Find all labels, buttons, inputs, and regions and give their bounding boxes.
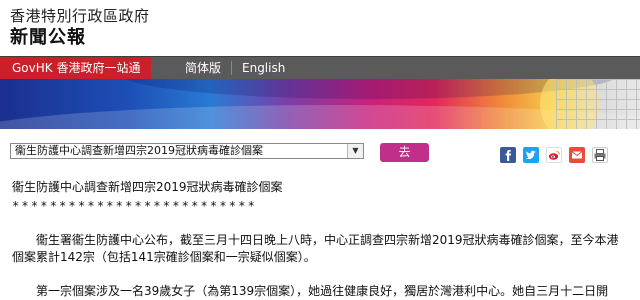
paragraph-1-line-2: 個案累計142宗（包括141宗確診個案和一宗疑似個案）。 <box>12 250 316 264</box>
top-navbar: GovHK 香港政府一站通 简体版 English <box>0 56 640 80</box>
nav-divider <box>231 61 232 75</box>
weibo-icon[interactable] <box>546 147 562 163</box>
govhk-link[interactable]: GovHK 香港政府一站通 <box>0 57 151 79</box>
paragraph-1-line-1: 衞生署衞生防護中心公布，截至三月十四日晚上八時，中心正調查四宗新增2019冠狀病… <box>12 233 619 247</box>
chevron-down-icon: ▼ <box>347 144 363 158</box>
title-underline: ************************** <box>12 199 258 213</box>
facebook-icon[interactable] <box>500 147 516 163</box>
go-button[interactable]: 去 <box>380 143 429 162</box>
email-icon[interactable] <box>569 147 585 163</box>
page-title: 新聞公報 <box>10 27 86 48</box>
english-link[interactable]: English <box>242 57 285 79</box>
simplified-chinese-link[interactable]: 简体版 <box>185 57 221 79</box>
masthead: 香港特別行政區政府 新聞公報 <box>0 0 640 56</box>
select-value: 衞生防護中心調查新增四宗2019冠狀病毒確診個案 <box>15 144 263 157</box>
press-release-select[interactable]: 衞生防護中心調查新增四宗2019冠狀病毒確診個案 ▼ <box>10 143 364 159</box>
print-icon[interactable] <box>592 147 608 163</box>
article-title: 衞生防護中心調查新增四宗2019冠狀病毒確診個案 <box>12 180 283 194</box>
twitter-icon[interactable] <box>523 147 539 163</box>
banner <box>0 79 640 129</box>
paragraph-2-line-1: 第一宗個案涉及一名39歲女子（為第139宗個案），她過往健康良好，獨居於灣港利中… <box>12 284 609 298</box>
